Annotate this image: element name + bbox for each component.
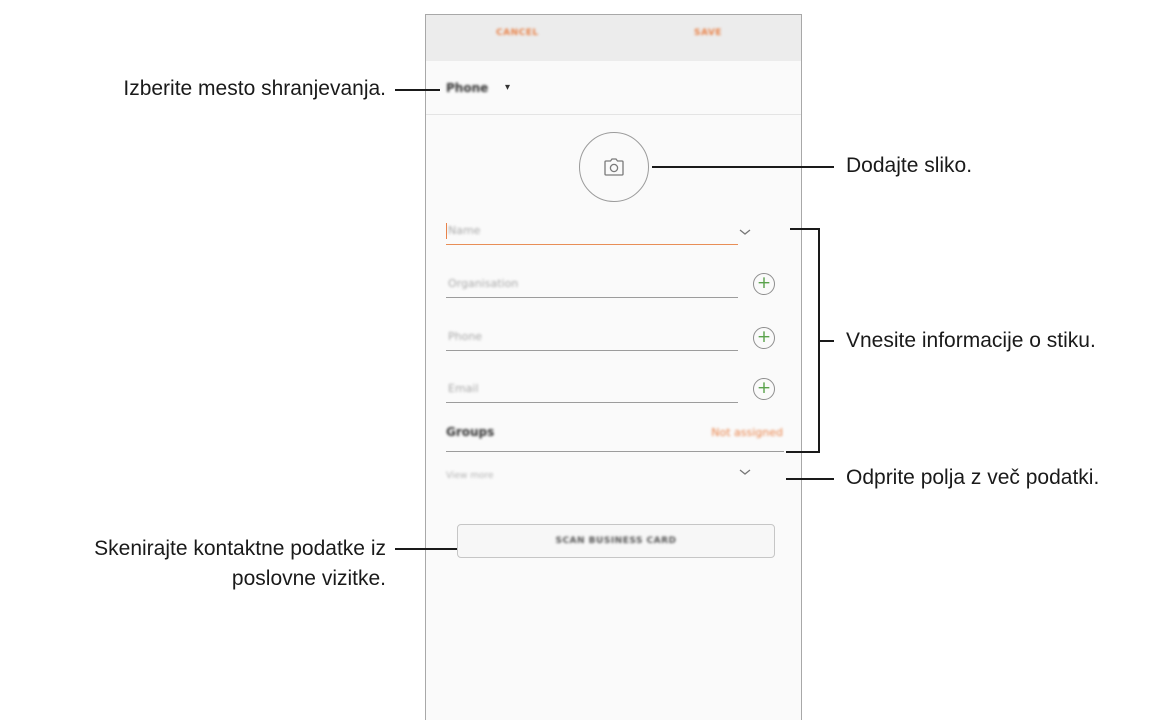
view-more-chevron-down-icon[interactable] <box>738 467 752 477</box>
field-underline <box>446 350 738 351</box>
app-bar: CANCEL SAVE <box>426 15 801 61</box>
organization-placeholder: Organisation <box>448 277 519 290</box>
callout-scan-line-2: poslovne vizitke. <box>231 567 386 590</box>
callout-storage: Izberite mesto shranjevanja. <box>123 77 386 100</box>
text-cursor <box>446 223 447 239</box>
scan-business-card-button[interactable]: SCAN BUSINESS CARD <box>457 524 775 558</box>
callout-photo: Dodajte sliko. <box>846 154 973 177</box>
add-organization-plus-icon[interactable]: + <box>753 273 775 295</box>
name-placeholder: Name <box>448 224 481 237</box>
callout-scan-line-1: Skenirajte kontaktne podatke iz <box>94 537 386 560</box>
email-field[interactable]: Email <box>446 377 738 407</box>
field-underline <box>446 402 738 403</box>
bracket-top <box>790 228 820 230</box>
divider <box>426 114 801 115</box>
leader-line-contact-info <box>820 340 834 342</box>
dropdown-caret-icon[interactable]: ▾ <box>505 82 510 93</box>
organization-field[interactable]: Organisation <box>446 271 738 301</box>
name-field[interactable]: Name <box>446 215 738 245</box>
add-photo-button[interactable] <box>579 132 649 202</box>
callout-contact-info: Vnesite informacije o stiku. <box>846 329 1096 352</box>
groups-label[interactable]: Groups <box>446 425 494 439</box>
name-expand-chevron-down-icon[interactable] <box>738 227 752 237</box>
add-email-plus-icon[interactable]: + <box>753 378 775 400</box>
groups-value[interactable]: Not assigned <box>711 426 783 439</box>
leader-line-more-fields <box>786 478 834 480</box>
storage-location-selector[interactable]: Phone <box>446 81 488 95</box>
callout-more-fields: Odprite polja z več podatki. <box>846 466 1100 489</box>
email-placeholder: Email <box>448 382 479 395</box>
groups-divider <box>446 451 784 452</box>
field-underline <box>446 297 738 298</box>
leader-line-photo <box>652 166 834 168</box>
cancel-button[interactable]: CANCEL <box>496 28 539 38</box>
scan-business-card-label: SCAN BUSINESS CARD <box>555 536 677 546</box>
phone-field[interactable]: Phone <box>446 325 738 355</box>
save-button[interactable]: SAVE <box>694 28 722 38</box>
leader-line-storage <box>395 89 440 91</box>
add-phone-plus-icon[interactable]: + <box>753 327 775 349</box>
leader-line-scan <box>395 548 457 550</box>
view-more-link[interactable]: View more <box>446 471 494 481</box>
camera-icon <box>604 158 624 176</box>
bracket-bottom <box>786 451 820 453</box>
field-underline <box>446 244 738 245</box>
phone-screen: CANCEL SAVE Phone ▾ Name Organisation + … <box>425 14 802 720</box>
phone-placeholder: Phone <box>448 330 483 343</box>
